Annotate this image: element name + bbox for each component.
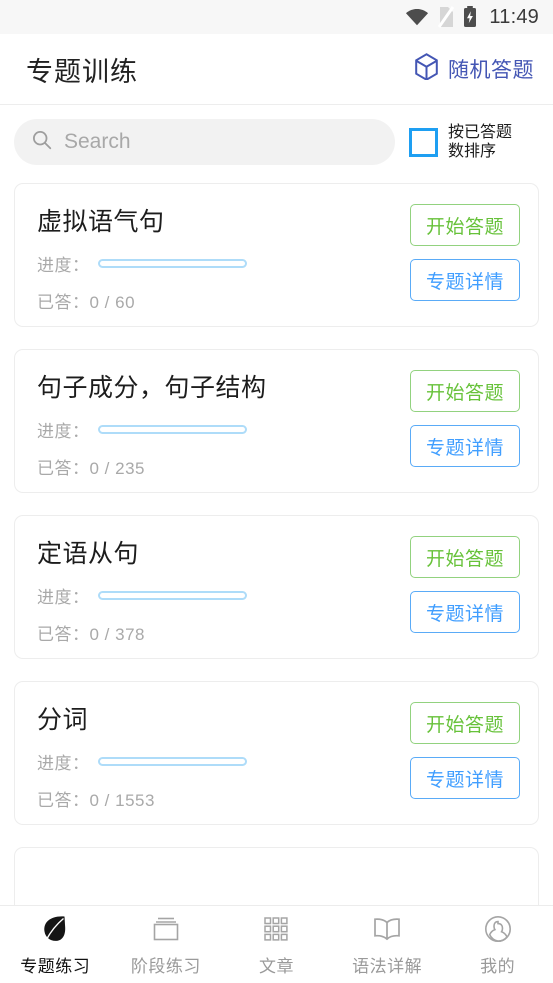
app-header: 专题训练 随机答题: [0, 34, 553, 105]
nav-label: 阶段练习: [130, 957, 201, 976]
progress-label: 进度：: [37, 754, 90, 773]
sort-label: 按已答题 数排序: [448, 123, 520, 161]
leaf-icon: [39, 912, 71, 946]
nav-label: 文章: [258, 957, 294, 976]
stacked-cards-icon: [150, 912, 182, 946]
bottom-nav: 专题练习 阶段练习 文章 语法详解 我的: [0, 905, 553, 983]
topic-list[interactable]: 虚拟语气句 进度： 已答：0 / 60 开始答题 专题详情 句子成分，句子结构 …: [0, 179, 553, 983]
sort-label-line2: 数排序: [448, 143, 497, 160]
card-actions: 开始答题 专题详情: [410, 702, 520, 799]
topic-card[interactable]: 定语从句 进度： 已答：0 / 378 开始答题 专题详情: [14, 515, 539, 659]
battery-charging-icon: [463, 6, 477, 28]
random-quiz-button[interactable]: 随机答题: [414, 52, 534, 86]
topic-detail-button[interactable]: 专题详情: [410, 259, 520, 301]
nav-label: 专题练习: [20, 957, 91, 976]
nav-item-stage-practice[interactable]: 阶段练习: [111, 912, 222, 977]
topic-card[interactable]: 虚拟语气句 进度： 已答：0 / 60 开始答题 专题详情: [14, 183, 539, 327]
topic-card[interactable]: 句子成分，句子结构 进度： 已答：0 / 235 开始答题 专题详情: [14, 349, 539, 493]
start-quiz-button[interactable]: 开始答题: [410, 370, 520, 412]
card-actions: 开始答题 专题详情: [410, 204, 520, 301]
no-sim-icon: [438, 6, 455, 28]
search-box[interactable]: [14, 119, 395, 165]
progress-label: 进度：: [37, 588, 90, 607]
status-clock: 11:49: [489, 5, 539, 28]
nav-label: 语法详解: [352, 957, 423, 976]
nav-item-profile[interactable]: 我的: [442, 912, 553, 977]
status-bar: 11:49: [0, 0, 553, 34]
search-row: 按已答题 数排序: [0, 105, 553, 179]
topic-detail-button[interactable]: 专题详情: [410, 757, 520, 799]
start-quiz-button[interactable]: 开始答题: [410, 204, 520, 246]
nav-item-articles[interactable]: 文章: [221, 912, 332, 977]
sort-by-answered-toggle[interactable]: 按已答题 数排序: [409, 123, 520, 161]
search-input[interactable]: [64, 130, 377, 154]
app-screen: 11:49 专题训练 随机答题 Search 按已答题 数排序 虚拟语气句 进度…: [0, 0, 553, 983]
page-title: 专题训练: [26, 56, 138, 87]
topic-detail-button[interactable]: 专题详情: [410, 425, 520, 467]
progress-label: 进度：: [37, 256, 90, 275]
nav-item-topic-practice[interactable]: 专题练习: [0, 912, 111, 977]
progress-label: 进度：: [37, 422, 90, 441]
nav-item-grammar[interactable]: 语法详解: [332, 912, 443, 977]
card-actions: 开始答题 专题详情: [410, 536, 520, 633]
grid-icon: [261, 912, 291, 946]
book-icon: [371, 912, 403, 946]
sort-checkbox[interactable]: [409, 127, 438, 157]
cube-icon: [414, 52, 439, 86]
wifi-icon: [405, 8, 429, 26]
random-quiz-label: 随机答题: [448, 59, 534, 82]
start-quiz-button[interactable]: 开始答题: [410, 536, 520, 578]
progress-bar: [97, 259, 247, 268]
person-circle-icon: [483, 912, 513, 946]
topic-detail-button[interactable]: 专题详情: [410, 591, 520, 633]
progress-bar: [97, 757, 247, 766]
card-actions: 开始答题 专题详情: [410, 370, 520, 467]
progress-bar: [97, 425, 247, 434]
nav-label: 我的: [480, 957, 516, 976]
sort-label-line1: 按已答题: [448, 124, 513, 141]
start-quiz-button[interactable]: 开始答题: [410, 702, 520, 744]
progress-bar: [97, 591, 247, 600]
search-icon: [32, 130, 52, 155]
topic-card[interactable]: 分词 进度： 已答：0 / 1553 开始答题 专题详情: [14, 681, 539, 825]
